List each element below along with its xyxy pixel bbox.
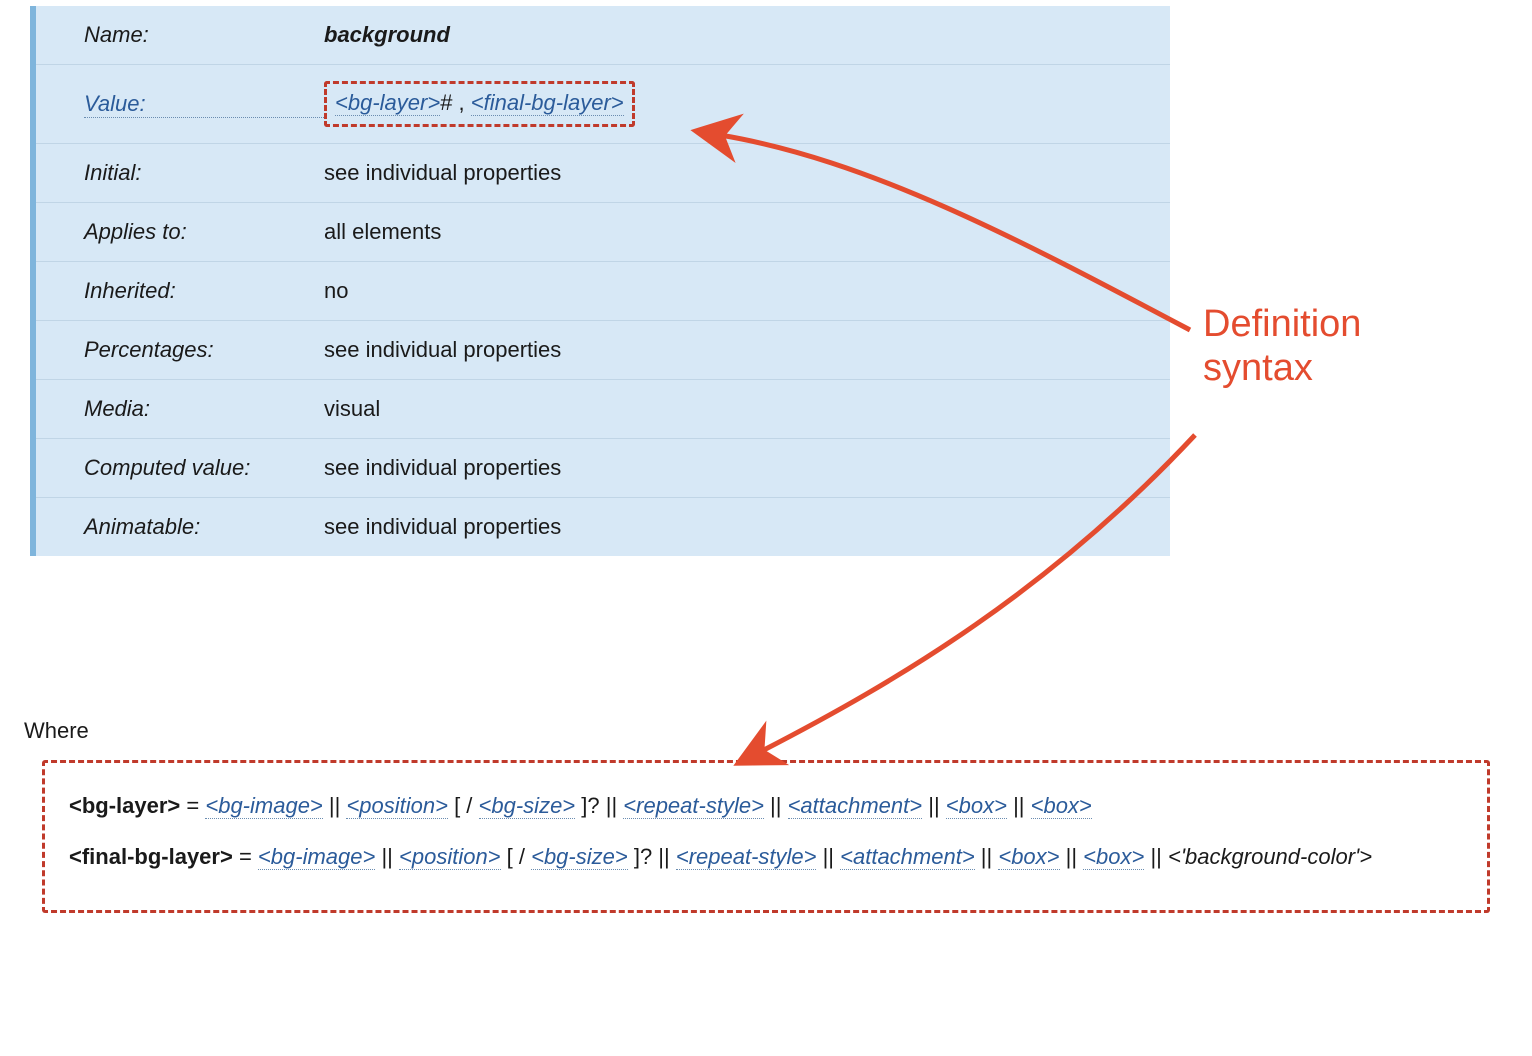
- value-syntax-highlight: <bg-layer># , <final-bg-layer>: [324, 81, 635, 127]
- syntax-text: ||: [922, 793, 946, 818]
- propdef-label[interactable]: Value:: [84, 91, 324, 118]
- syntax-where-box: <bg-layer> = <bg-image> || <position> [ …: [42, 760, 1490, 913]
- propdef-value: see individual properties: [324, 514, 1146, 540]
- syntax-text: [ /: [501, 844, 532, 869]
- syntax-text: ||: [323, 793, 347, 818]
- propdef-label: Inherited:: [84, 278, 176, 303]
- propdef-name-value: background: [324, 22, 450, 47]
- syntax-type-link[interactable]: <bg-layer>: [335, 90, 440, 116]
- syntax-text: # ,: [440, 90, 471, 115]
- propdef-row: Value:<bg-layer># , <final-bg-layer>: [36, 65, 1170, 144]
- propdef-label: Animatable:: [84, 514, 200, 539]
- property-definition-table: Name:backgroundValue:<bg-layer># , <fina…: [30, 6, 1170, 556]
- propdef-text-value: see individual properties: [324, 455, 561, 480]
- syntax-text: ]? ||: [628, 844, 676, 869]
- propdef-value: see individual properties: [324, 337, 1146, 363]
- syntax-type-link[interactable]: <bg-size>: [479, 793, 576, 819]
- propdef-label: Media:: [84, 396, 150, 421]
- syntax-type-link[interactable]: <position>: [399, 844, 501, 870]
- propdef-value: all elements: [324, 219, 1146, 245]
- propdef-row: Inherited: no: [36, 262, 1170, 321]
- syntax-text: =: [180, 793, 205, 818]
- syntax-text: ]? ||: [575, 793, 623, 818]
- syntax-text: ||: [1060, 844, 1084, 869]
- propdef-label: Computed value:: [84, 455, 250, 480]
- syntax-type-link[interactable]: <final-bg-layer>: [471, 90, 624, 116]
- syntax-text: ||: [975, 844, 999, 869]
- syntax-text-italic: <'background-color'>: [1168, 844, 1372, 869]
- propdef-value: no: [324, 278, 1146, 304]
- syntax-type-link[interactable]: <repeat-style>: [623, 793, 764, 819]
- where-heading: Where: [24, 718, 89, 744]
- syntax-text: ||: [816, 844, 840, 869]
- syntax-type-link[interactable]: <bg-image>: [258, 844, 375, 870]
- propdef-row: Name: background: [36, 6, 1170, 65]
- propdef-text-value: see individual properties: [324, 160, 561, 185]
- where-definition: <bg-layer> = <bg-image> || <position> [ …: [69, 787, 1467, 824]
- syntax-type-link[interactable]: <box>: [946, 793, 1007, 819]
- where-definition: <final-bg-layer> = <bg-image> || <positi…: [69, 838, 1467, 875]
- annotation-line: Definition: [1203, 303, 1361, 347]
- syntax-text: [ /: [448, 793, 479, 818]
- where-def-name: <bg-layer>: [69, 793, 180, 818]
- annotation-line: syntax: [1203, 347, 1361, 391]
- propdef-text-value: all elements: [324, 219, 441, 244]
- syntax-type-link[interactable]: <attachment>: [840, 844, 975, 870]
- syntax-type-link[interactable]: <box>: [1083, 844, 1144, 870]
- propdef-label: Percentages:: [84, 337, 214, 362]
- where-def-name: <final-bg-layer>: [69, 844, 233, 869]
- propdef-label: Applies to:: [84, 219, 187, 244]
- syntax-text: ||: [1144, 844, 1168, 869]
- annotation-definition-syntax: Definitionsyntax: [1203, 303, 1361, 390]
- syntax-text: =: [233, 844, 258, 869]
- propdef-row: Animatable: see individual properties: [36, 498, 1170, 556]
- propdef-text-value: no: [324, 278, 348, 303]
- syntax-text: ||: [1007, 793, 1031, 818]
- syntax-type-link[interactable]: <box>: [1031, 793, 1092, 819]
- syntax-text: ||: [375, 844, 399, 869]
- propdef-row: Applies to: all elements: [36, 203, 1170, 262]
- propdef-label: Initial:: [84, 160, 141, 185]
- propdef-label: Name:: [84, 22, 149, 47]
- propdef-text-value: see individual properties: [324, 337, 561, 362]
- propdef-value: see individual properties: [324, 455, 1146, 481]
- syntax-text: ||: [764, 793, 788, 818]
- propdef-text-value: visual: [324, 396, 380, 421]
- syntax-type-link[interactable]: <repeat-style>: [676, 844, 817, 870]
- propdef-text-value: see individual properties: [324, 514, 561, 539]
- syntax-type-link[interactable]: <bg-size>: [531, 844, 628, 870]
- propdef-value: <bg-layer># , <final-bg-layer>: [324, 81, 1146, 127]
- syntax-type-link[interactable]: <position>: [346, 793, 448, 819]
- syntax-type-link[interactable]: <attachment>: [788, 793, 923, 819]
- propdef-row: Media: visual: [36, 380, 1170, 439]
- propdef-value: background: [324, 22, 1146, 48]
- propdef-value: see individual properties: [324, 160, 1146, 186]
- propdef-row: Computed value: see individual properties: [36, 439, 1170, 498]
- propdef-row: Initial: see individual properties: [36, 144, 1170, 203]
- syntax-type-link[interactable]: <bg-image>: [205, 793, 322, 819]
- syntax-type-link[interactable]: <box>: [998, 844, 1059, 870]
- propdef-value: visual: [324, 396, 1146, 422]
- propdef-row: Percentages: see individual properties: [36, 321, 1170, 380]
